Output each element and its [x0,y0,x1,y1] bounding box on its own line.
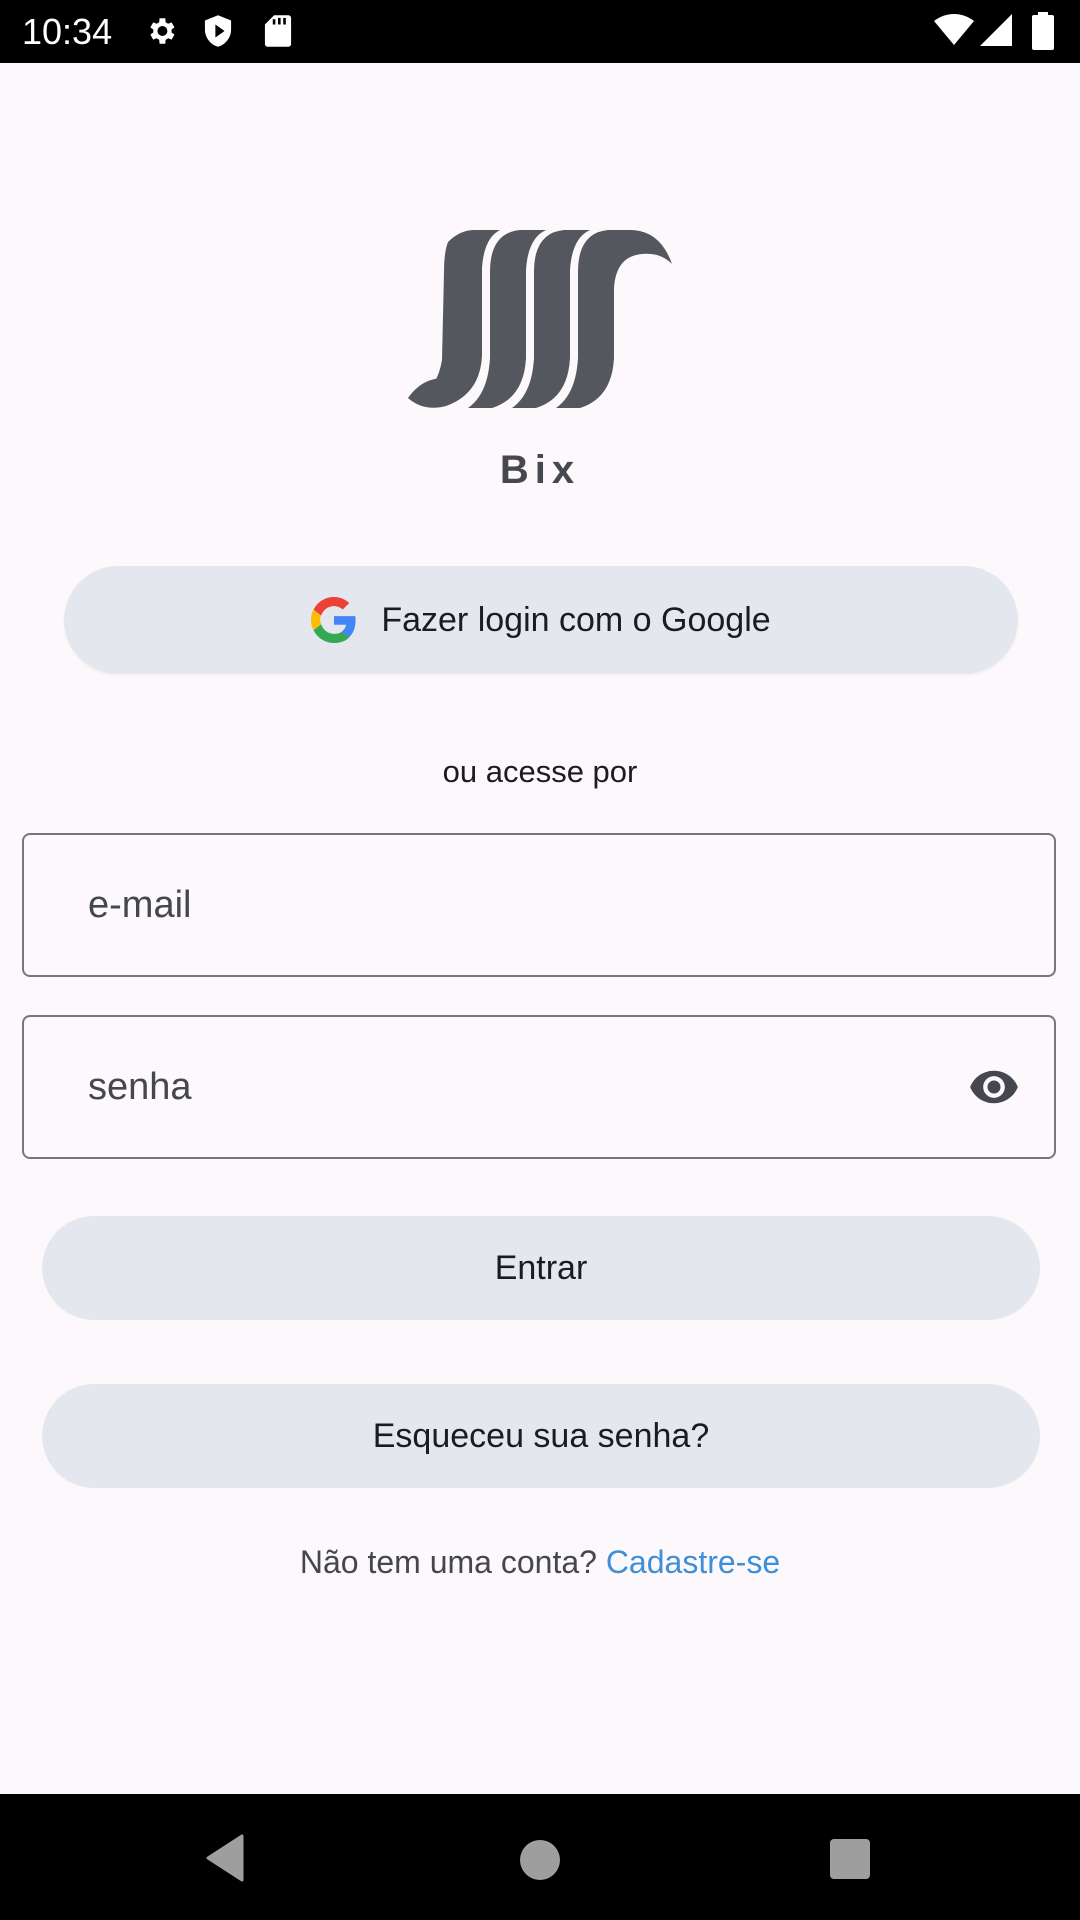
forgot-password-button[interactable]: Esqueceu sua senha? [42,1384,1040,1488]
eye-icon[interactable] [964,1061,1024,1113]
navigation-bar [0,1794,1080,1920]
email-input[interactable] [64,835,968,975]
email-field[interactable] [22,833,1056,977]
login-button[interactable]: Entrar [42,1216,1040,1320]
divider-text: ou acesse por [442,754,638,789]
back-icon[interactable] [206,1834,246,1887]
recents-icon[interactable] [830,1839,870,1879]
bix-logo [408,228,672,412]
google-login-label: Fazer login com o Google [381,600,771,639]
google-icon [311,597,357,643]
signup-line: Não tem uma conta? Cadastre-se [0,1544,1080,1581]
home-icon[interactable] [520,1840,560,1880]
sd-card-icon [264,14,292,53]
status-bar: 10:34 [0,0,1080,63]
battery-icon [1032,12,1054,55]
password-input[interactable] [64,1017,968,1157]
signup-link[interactable]: Cadastre-se [606,1544,780,1580]
signup-prompt: Não tem uma conta? [299,1544,597,1580]
gear-icon [144,14,178,53]
app-name: Bix [499,448,581,492]
shield-icon [202,14,234,53]
password-field[interactable] [22,1015,1056,1159]
google-login-button[interactable]: Fazer login com o Google [64,566,1018,674]
wifi-icon [934,12,974,53]
signal-icon [980,12,1012,53]
status-icons-right [934,12,1058,50]
status-time: 10:34 [22,11,113,52]
